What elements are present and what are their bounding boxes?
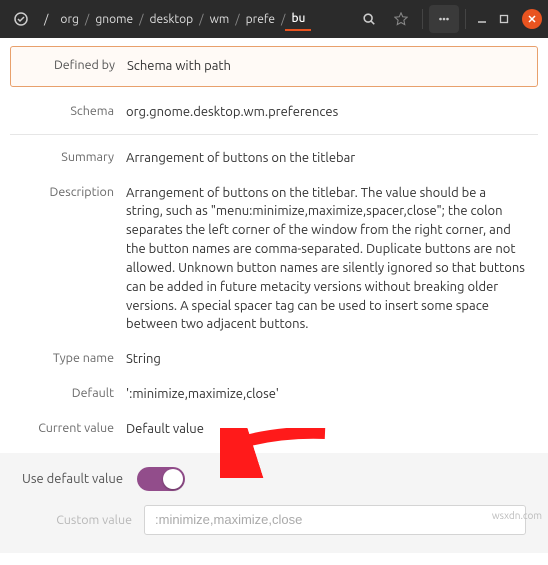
close-icon bbox=[527, 14, 537, 24]
value-defined-by: Schema with path bbox=[127, 57, 531, 76]
watermark: wsxdn.com bbox=[492, 510, 542, 521]
crumb-root[interactable]: / bbox=[38, 9, 54, 30]
row-default: Default ':minimize,maximize,close' bbox=[10, 377, 538, 412]
label-schema: Schema bbox=[16, 103, 126, 118]
value-type-name: String bbox=[126, 350, 532, 369]
maximize-icon bbox=[499, 14, 509, 24]
label-default: Default bbox=[16, 385, 126, 400]
window-maximize[interactable] bbox=[494, 9, 514, 29]
breadcrumbs: / org / gnome / desktop / wm / prefe / b… bbox=[38, 8, 352, 31]
star-icon bbox=[394, 12, 408, 26]
row-summary: Summary Arrangement of buttons on the ti… bbox=[10, 141, 538, 176]
crumb-desktop[interactable]: desktop bbox=[144, 9, 200, 30]
value-schema: org.gnome.desktop.wm.preferences bbox=[126, 103, 532, 122]
row-current-value: Current value Default value bbox=[10, 412, 538, 447]
custom-value-row: Custom value bbox=[16, 505, 532, 535]
minimize-icon bbox=[477, 14, 487, 24]
crumb-gnome[interactable]: gnome bbox=[89, 9, 139, 30]
label-type-name: Type name bbox=[16, 350, 126, 365]
row-defined-by: Defined by Schema with path bbox=[10, 46, 538, 87]
use-default-switch[interactable] bbox=[137, 467, 185, 491]
app-icon[interactable] bbox=[6, 5, 36, 33]
use-default-row: Use default value bbox=[16, 467, 532, 491]
row-description: Description Arrangement of buttons on th… bbox=[10, 176, 538, 343]
content: Defined by Schema with path Schema org.g… bbox=[0, 38, 548, 565]
dots-icon bbox=[437, 12, 451, 26]
crumb-preferences[interactable]: prefe bbox=[240, 9, 281, 30]
label-defined-by: Defined by bbox=[17, 57, 127, 72]
menu-button[interactable] bbox=[429, 5, 459, 33]
label-current-value: Current value bbox=[16, 420, 126, 435]
custom-value-input[interactable] bbox=[144, 505, 526, 535]
toggle-section: Use default value Custom value bbox=[0, 453, 548, 553]
row-schema: Schema org.gnome.desktop.wm.preferences bbox=[10, 95, 538, 130]
search-icon bbox=[362, 12, 376, 26]
value-default: ':minimize,maximize,close' bbox=[126, 385, 532, 404]
value-current-value: Default value bbox=[126, 420, 532, 439]
window-close[interactable] bbox=[522, 9, 542, 29]
label-description: Description bbox=[16, 184, 126, 199]
value-summary: Arrangement of buttons on the titlebar bbox=[126, 149, 532, 168]
bookmark-button[interactable] bbox=[386, 5, 416, 33]
crumb-button-layout[interactable]: bu bbox=[285, 8, 311, 31]
search-button[interactable] bbox=[354, 5, 384, 33]
window-minimize[interactable] bbox=[472, 9, 492, 29]
headerbar: / org / gnome / desktop / wm / prefe / b… bbox=[0, 0, 548, 38]
crumb-wm[interactable]: wm bbox=[204, 9, 236, 30]
label-summary: Summary bbox=[16, 149, 126, 164]
use-default-label: Use default value bbox=[22, 472, 123, 486]
crumb-org[interactable]: org bbox=[54, 9, 84, 30]
row-type-name: Type name String bbox=[10, 342, 538, 377]
value-description: Arrangement of buttons on the titlebar. … bbox=[126, 184, 532, 335]
